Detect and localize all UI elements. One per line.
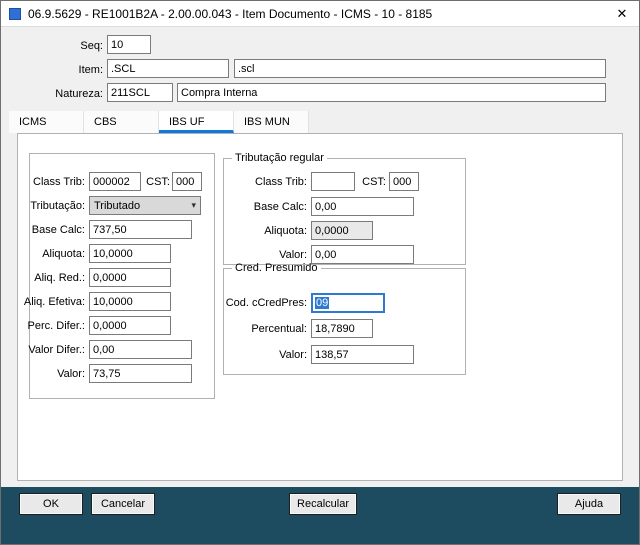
tributacao-label: Tributação: (30, 200, 85, 212)
tab-cbs[interactable]: CBS (84, 111, 159, 133)
aliq-red-label: Aliq. Red.: (34, 272, 85, 284)
valor-difer-label: Valor Difer.: (28, 344, 85, 356)
natureza-desc-input[interactable] (177, 83, 606, 102)
cred-presumido-title: Cred. Presumido (235, 262, 318, 274)
cred-valor-input[interactable] (311, 345, 414, 364)
reg-aliquota-input (311, 221, 373, 240)
main-base-calc-input[interactable] (89, 220, 192, 239)
tributacao-combobox-value: Tributado (94, 199, 141, 212)
percentual-label: Percentual: (251, 323, 307, 335)
main-base-calc-label: Base Calc: (31, 224, 85, 236)
main-cst-label: CST: (146, 176, 170, 188)
tab-icms[interactable]: ICMS (9, 111, 84, 133)
item-desc-input[interactable] (234, 59, 606, 78)
perc-difer-label: Perc. Difer.: (27, 320, 85, 332)
reg-base-calc-input[interactable] (311, 197, 414, 216)
reg-cst-label: CST: (362, 176, 386, 188)
ok-button[interactable]: OK (19, 493, 83, 515)
reg-valor-label: Valor: (279, 249, 307, 261)
main-valor-input[interactable] (89, 364, 192, 383)
main-valor-label: Valor: (57, 368, 85, 380)
tributacao-combobox[interactable]: Tributado ▾ (89, 196, 201, 215)
seq-label: Seq: (80, 40, 103, 52)
aliq-red-input[interactable] (89, 268, 171, 287)
main-class-trib-label: Class Trib: (33, 176, 85, 188)
window-title: 06.9.5629 - RE1001B2A - 2.00.00.043 - It… (28, 6, 433, 21)
app-icon (9, 7, 21, 20)
aliq-efetiva-label: Aliq. Efetiva: (23, 296, 85, 308)
aliq-efetiva-input[interactable] (89, 292, 171, 311)
cod-ccredpres-label: Cod. cCredPres: (225, 297, 307, 309)
main-cst-input[interactable] (172, 172, 202, 191)
main-class-trib-input[interactable] (89, 172, 141, 191)
reg-class-trib-label: Class Trib: (255, 176, 307, 188)
close-button[interactable]: ✕ (605, 1, 639, 26)
tab-ibs-uf[interactable]: IBS UF (159, 111, 234, 133)
footer-bar: OK Cancelar Recalcular Ajuda (1, 487, 639, 544)
cred-valor-label: Valor: (279, 349, 307, 361)
main-aliquota-label: Aliquota: (42, 248, 85, 260)
tab-ibs-mun[interactable]: IBS MUN (234, 111, 309, 133)
natureza-label: Natureza: (55, 88, 103, 100)
perc-difer-input[interactable] (89, 316, 171, 335)
seq-input[interactable] (107, 35, 151, 54)
item-code-input[interactable] (107, 59, 229, 78)
item-label: Item: (78, 64, 103, 76)
help-button[interactable]: Ajuda (557, 493, 621, 515)
cancel-button[interactable]: Cancelar (91, 493, 155, 515)
title-bar: 06.9.5629 - RE1001B2A - 2.00.00.043 - It… (1, 1, 639, 27)
reg-class-trib-input[interactable] (311, 172, 355, 191)
reg-base-calc-label: Base Calc: (253, 201, 307, 213)
natureza-code-input[interactable] (107, 83, 173, 102)
cod-ccredpres-selected-text: 09 (315, 297, 330, 309)
percentual-input[interactable] (311, 319, 373, 338)
recalculate-button[interactable]: Recalcular (289, 493, 357, 515)
reg-aliquota-label: Aliquota: (264, 225, 307, 237)
chevron-down-icon: ▾ (191, 200, 196, 210)
valor-difer-input[interactable] (89, 340, 192, 359)
dialog-window: 06.9.5629 - RE1001B2A - 2.00.00.043 - It… (0, 0, 640, 545)
reg-cst-input[interactable] (389, 172, 419, 191)
cod-ccredpres-input[interactable]: 09 (311, 293, 385, 313)
tributacao-regular-title: Tributação regular (235, 152, 324, 164)
main-aliquota-input[interactable] (89, 244, 171, 263)
